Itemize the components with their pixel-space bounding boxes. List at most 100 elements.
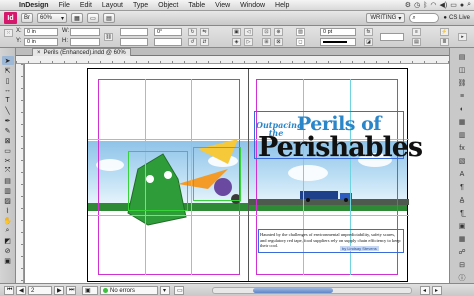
preflight-profile-icon[interactable]: ▣	[82, 286, 98, 295]
graphic-frame[interactable]	[128, 151, 188, 211]
character-styles-panel-icon[interactable]: A̲	[456, 195, 468, 205]
apply-none-icon[interactable]: ⊘	[2, 246, 14, 255]
menu-indesign[interactable]: InDesign	[14, 2, 54, 9]
gradient-panel-icon[interactable]: ▥	[456, 130, 468, 140]
scale-y-field[interactable]	[120, 38, 148, 46]
gap-tool-icon[interactable]: ↔	[2, 86, 14, 95]
fit-frame-icon[interactable]: ⊡	[262, 28, 271, 36]
next-page-button[interactable]: ▶	[54, 286, 64, 295]
menu-window[interactable]: Window	[235, 2, 270, 9]
pages-panel-icon[interactable]: ▤	[456, 52, 468, 62]
menu-file[interactable]: File	[54, 2, 75, 9]
stroke-type-select[interactable]	[320, 38, 356, 46]
bridge-button[interactable]: Br	[21, 13, 33, 23]
page-spread[interactable]: Outpacing the Perils of Perishables Haun…	[87, 68, 423, 282]
fill-stroke-swatch-icon[interactable]: ◩	[2, 236, 14, 245]
stroke-weight-field[interactable]: 0 pt	[320, 28, 356, 36]
pasteboard[interactable]: Outpacing the Perils of Perishables Haun…	[25, 64, 449, 283]
line-tool-icon[interactable]: ╲	[2, 106, 14, 115]
width-field[interactable]	[70, 28, 100, 36]
text-wrap-icon[interactable]: ≡	[412, 28, 421, 36]
effects-panel-icon[interactable]: fx	[456, 143, 468, 153]
zoom-tool-icon[interactable]: ⌕	[2, 226, 14, 235]
effects-icon[interactable]: fx	[364, 28, 373, 36]
view-options-button[interactable]: ▦	[71, 13, 83, 23]
stroke-panel-icon[interactable]: ≡	[456, 91, 468, 101]
last-page-button[interactable]: ⏭	[66, 286, 76, 295]
fill-swatch-icon[interactable]: ▨	[296, 28, 305, 36]
quick-apply-icon[interactable]: ⚡	[440, 28, 449, 36]
y-position-field[interactable]: 0 in	[24, 38, 58, 46]
control-panel-options-icon[interactable]: ▸	[458, 33, 467, 41]
shear-field[interactable]	[154, 38, 182, 46]
gradient-swatch-tool-icon[interactable]: ▤	[2, 176, 14, 185]
gear-icon[interactable]: ⚙	[405, 1, 411, 9]
rectangle-frame-tool-icon[interactable]: ⊠	[2, 136, 14, 145]
opacity-field[interactable]	[380, 33, 404, 41]
menu-layout[interactable]: Layout	[97, 2, 128, 9]
menu-type[interactable]: Type	[128, 2, 153, 9]
arrange-documents-button[interactable]: ▤	[103, 13, 115, 23]
panel-menu-icon[interactable]: ≣	[440, 38, 449, 46]
table-panel-icon[interactable]: ▦	[456, 234, 468, 244]
screen-mode-icon[interactable]: ▣	[2, 256, 14, 265]
workspace-switcher[interactable]: WRITING ▾	[366, 13, 406, 23]
open-page-button[interactable]: ▭	[174, 286, 184, 295]
character-panel-icon[interactable]: A	[456, 169, 468, 179]
menu-table[interactable]: Table	[183, 2, 210, 9]
menu-view[interactable]: View	[210, 2, 235, 9]
select-content-icon[interactable]: ◈	[232, 38, 241, 46]
hand-tool-icon[interactable]: ✋	[2, 216, 14, 225]
cs-live-menu[interactable]: ● CS Live	[443, 15, 470, 21]
scroll-right-button[interactable]: ▸	[432, 286, 442, 295]
swatches-panel-icon[interactable]: ▦	[456, 117, 468, 127]
reference-point-icon[interactable]: ⁙	[4, 29, 13, 37]
free-transform-tool-icon[interactable]: ⤧	[2, 166, 14, 175]
time-machine-icon[interactable]: ◷	[414, 1, 420, 9]
close-icon[interactable]: ×	[37, 50, 41, 56]
previous-page-button[interactable]: ◀	[16, 286, 26, 295]
page-number-field[interactable]: 2	[28, 286, 52, 295]
first-page-button[interactable]: ⏮	[4, 286, 14, 295]
eyedropper-tool-icon[interactable]: ⌇	[2, 206, 14, 215]
user-icon[interactable]: ●	[460, 2, 464, 9]
select-next-icon[interactable]: ▷	[244, 38, 253, 46]
pencil-tool-icon[interactable]: ✎	[2, 126, 14, 135]
fill-frame-icon[interactable]: ⊠	[274, 38, 283, 46]
paragraph-styles-panel-icon[interactable]: ¶̲	[456, 208, 468, 218]
spotlight-icon[interactable]: ⌕	[467, 1, 471, 9]
battery-icon[interactable]: ▭	[450, 1, 457, 9]
align-panel-icon[interactable]: ⊟	[456, 260, 468, 270]
document-tab[interactable]: × Perils (Enhanced).indd @ 60%	[32, 48, 131, 56]
object-styles-panel-icon[interactable]: ▣	[456, 221, 468, 231]
vertical-ruler[interactable]	[16, 64, 24, 283]
flip-vertical-icon[interactable]: ⇵	[200, 38, 209, 46]
menu-edit[interactable]: Edit	[75, 2, 97, 9]
screen-mode-button[interactable]: ▭	[87, 13, 99, 23]
scissors-tool-icon[interactable]: ✂	[2, 156, 14, 165]
scroll-left-button[interactable]: ◂	[420, 286, 430, 295]
menu-help[interactable]: Help	[270, 2, 294, 9]
text-wrap-panel-icon[interactable]: ▧	[456, 156, 468, 166]
rotate-cw-icon[interactable]: ↻	[188, 28, 197, 36]
bluetooth-icon[interactable]: ᛒ	[423, 2, 427, 9]
horizontal-scroll-thumb[interactable]	[253, 288, 333, 293]
page-tool-icon[interactable]: ▯	[2, 76, 14, 85]
flip-horizontal-icon[interactable]: ⇋	[200, 28, 209, 36]
constrain-proportions-icon[interactable]: ⛓	[104, 33, 113, 41]
x-position-field[interactable]: 0 in	[24, 28, 58, 36]
wifi-icon[interactable]: ◠	[430, 1, 436, 9]
stroke-swatch-icon[interactable]: ◻	[296, 38, 305, 46]
note-tool-icon[interactable]: ▨	[2, 196, 14, 205]
frame-options-icon[interactable]: ▤	[412, 38, 421, 46]
select-previous-icon[interactable]: ◁	[244, 28, 253, 36]
color-panel-icon[interactable]: ◐	[456, 104, 468, 114]
layers-panel-icon[interactable]: ◫	[456, 65, 468, 75]
links-panel-icon[interactable]: ⛓	[456, 78, 468, 88]
zoom-level-select[interactable]: 60% ▾	[37, 13, 67, 23]
rotate-ccw-icon[interactable]: ↺	[188, 38, 197, 46]
graphic-frame[interactable]	[193, 147, 241, 201]
help-search-input[interactable]: ⌕	[409, 13, 440, 23]
rectangle-tool-icon[interactable]: ▭	[2, 146, 14, 155]
drop-shadow-icon[interactable]: ◪	[364, 38, 373, 46]
